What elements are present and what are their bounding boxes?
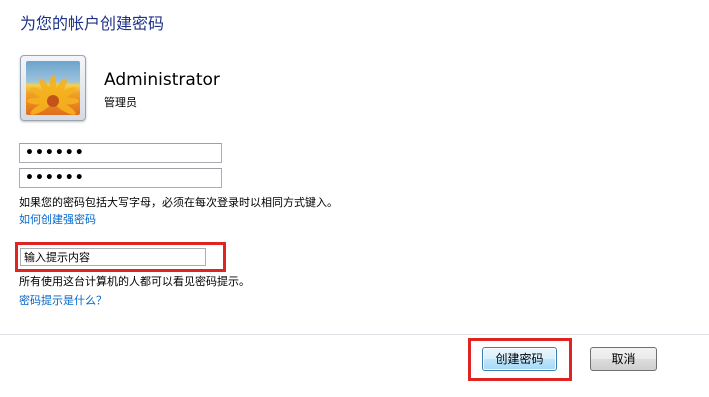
confirm-password-field[interactable]: ••••••	[19, 168, 222, 188]
hint-help-link[interactable]: 密码提示是什么？	[19, 292, 107, 308]
hint-visible-note: 所有使用这台计算机的人都可以看见密码提示。	[19, 275, 250, 288]
flower-avatar-icon	[26, 61, 80, 115]
password-hint-input[interactable]	[20, 248, 206, 266]
page-title: 为您的帐户创建密码	[20, 14, 165, 33]
new-password-field[interactable]: ••••••	[19, 143, 222, 163]
user-name: Administrator	[104, 70, 220, 90]
create-highlight-box: 创建密码	[468, 338, 572, 381]
user-role: 管理员	[104, 96, 137, 109]
footer-separator	[0, 334, 709, 335]
strong-password-link[interactable]: 如何创建强密码	[19, 211, 96, 227]
hint-highlight-box	[15, 242, 226, 272]
cancel-button[interactable]: 取消	[590, 347, 657, 371]
create-password-button[interactable]: 创建密码	[482, 347, 557, 371]
user-avatar	[20, 55, 86, 121]
case-sensitive-note: 如果您的密码包括大写字母，必须在每次登录时以相同方式键入。	[19, 196, 338, 209]
